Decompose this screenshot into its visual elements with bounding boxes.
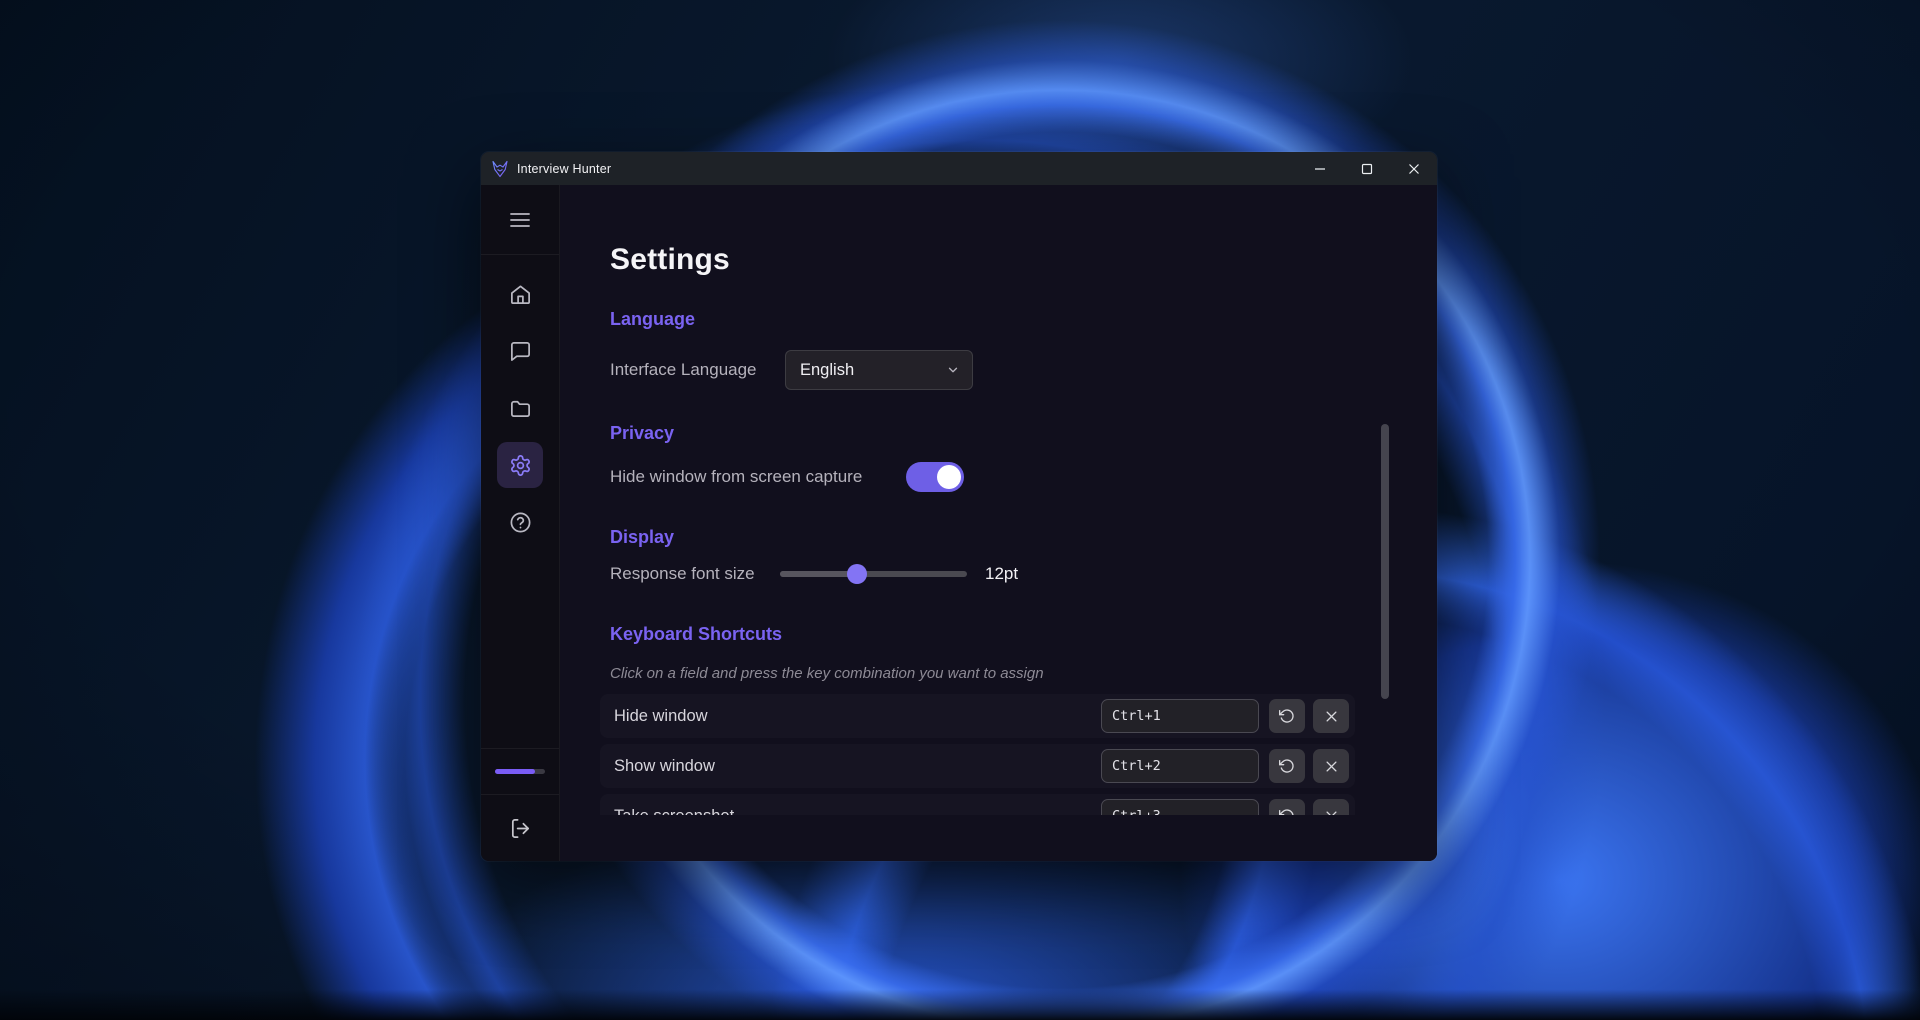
minimize-button[interactable]: [1296, 152, 1343, 185]
home-icon: [509, 283, 532, 306]
interface-language-row: Interface Language English: [610, 350, 1437, 390]
maximize-button[interactable]: [1343, 152, 1390, 185]
font-size-label: Response font size: [610, 564, 780, 584]
shortcut-row-show-window: Show window: [600, 744, 1355, 788]
toggle-knob: [937, 465, 961, 489]
page-title: Settings: [610, 243, 1437, 277]
logout-button[interactable]: [497, 805, 543, 851]
hide-capture-label: Hide window from screen capture: [610, 467, 906, 487]
sidebar-item-settings[interactable]: [497, 442, 543, 488]
shortcut-reset-button[interactable]: [1269, 699, 1305, 733]
app-window: Interview Hunter: [481, 152, 1437, 861]
chat-icon: [509, 340, 532, 363]
font-size-row: Response font size 12pt: [610, 556, 1437, 592]
minimize-icon: [1314, 163, 1326, 175]
close-icon: [1408, 163, 1420, 175]
sidebar-divider: [481, 254, 559, 255]
shortcut-input[interactable]: [1101, 699, 1259, 733]
shortcut-clear-button[interactable]: [1313, 799, 1349, 815]
interface-language-select[interactable]: English: [785, 350, 973, 390]
section-title-privacy: Privacy: [610, 422, 1437, 444]
font-size-slider[interactable]: [780, 571, 967, 577]
scrollbar-thumb[interactable]: [1381, 424, 1389, 699]
interface-language-label: Interface Language: [610, 360, 785, 380]
font-size-value: 12pt: [985, 564, 1018, 584]
sidebar-item-files[interactable]: [497, 385, 543, 431]
shortcuts-hint: Click on a field and press the key combi…: [610, 664, 1437, 683]
section-title-language: Language: [610, 308, 1437, 330]
settings-scroll-area: Settings Language Interface Language Eng…: [560, 185, 1437, 815]
settings-page: Settings Language Interface Language Eng…: [560, 185, 1437, 861]
section-title-display: Display: [610, 526, 1437, 548]
maximize-icon: [1361, 163, 1373, 175]
clear-x-icon: [1324, 759, 1339, 774]
window-title: Interview Hunter: [517, 162, 611, 176]
shortcut-clear-button[interactable]: [1313, 699, 1349, 733]
reset-icon: [1279, 808, 1295, 815]
usage-progress: [481, 749, 559, 794]
shortcut-input[interactable]: [1101, 799, 1259, 815]
clear-x-icon: [1324, 809, 1339, 816]
sidebar: [481, 185, 560, 861]
shortcut-label: Hide window: [614, 707, 1101, 726]
window-controls: [1296, 152, 1437, 185]
shortcut-input[interactable]: [1101, 749, 1259, 783]
logout-icon: [509, 817, 532, 840]
sidebar-item-home[interactable]: [497, 271, 543, 317]
shortcut-row-hide-window: Hide window: [600, 694, 1355, 738]
slider-thumb[interactable]: [847, 564, 867, 584]
hide-capture-toggle[interactable]: [906, 462, 964, 492]
chevron-down-icon: [946, 363, 960, 377]
shortcut-label: Show window: [614, 757, 1101, 776]
slider-fill: [780, 571, 857, 577]
shortcut-reset-button[interactable]: [1269, 749, 1305, 783]
shortcut-clear-button[interactable]: [1313, 749, 1349, 783]
shortcut-reset-button[interactable]: [1269, 799, 1305, 815]
folder-icon: [509, 397, 532, 420]
reset-icon: [1279, 758, 1295, 774]
help-icon: [509, 511, 532, 534]
wolf-logo-icon: [491, 160, 509, 178]
hamburger-menu-icon: [508, 208, 532, 232]
hide-capture-row: Hide window from screen capture: [610, 462, 1437, 492]
reset-icon: [1279, 708, 1295, 724]
settings-gear-icon: [509, 454, 532, 477]
progress-track: [495, 769, 545, 774]
sidebar-item-help[interactable]: [497, 499, 543, 545]
hamburger-menu-button[interactable]: [497, 197, 543, 243]
clear-x-icon: [1324, 709, 1339, 724]
shortcut-row-take-screenshot: Take screenshot: [600, 794, 1355, 815]
shortcut-label: Take screenshot: [614, 807, 1101, 816]
sidebar-item-chat[interactable]: [497, 328, 543, 374]
shortcut-list: Hide window Show window: [600, 694, 1355, 815]
section-title-shortcuts: Keyboard Shortcuts: [610, 623, 1437, 645]
close-button[interactable]: [1390, 152, 1437, 185]
selected-language: English: [800, 361, 946, 380]
titlebar: Interview Hunter: [481, 152, 1437, 185]
progress-fill: [495, 769, 535, 774]
